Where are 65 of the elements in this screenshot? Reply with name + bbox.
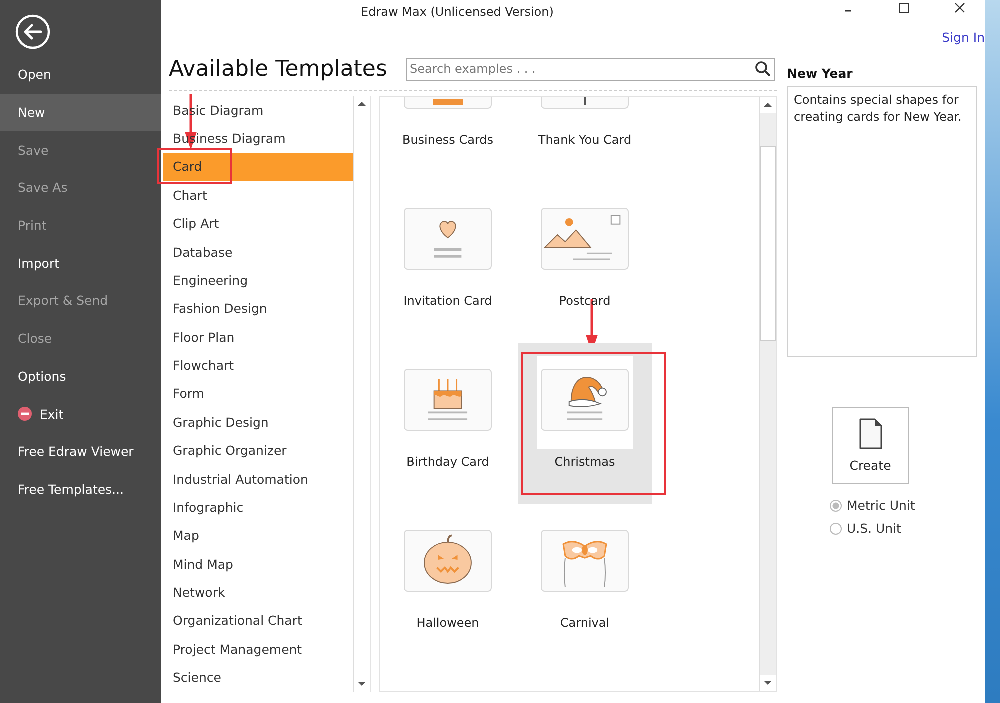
menu-item[interactable]: Free Templates... bbox=[0, 470, 161, 508]
menu-item[interactable]: Exit bbox=[0, 395, 161, 433]
category-item[interactable]: Floor Plan bbox=[163, 323, 353, 352]
category-item[interactable]: Infographic bbox=[163, 493, 353, 522]
template-thumbnail[interactable] bbox=[541, 208, 629, 270]
template-thumbnail[interactable] bbox=[404, 369, 492, 431]
category-item[interactable]: Graphic Design bbox=[163, 408, 353, 436]
category-item[interactable]: Map bbox=[163, 522, 353, 550]
radio-button[interactable] bbox=[830, 522, 842, 534]
template-label: Halloween bbox=[416, 616, 480, 630]
template-tile[interactable]: Invitation Card bbox=[381, 182, 515, 343]
description-text: Contains special shapes for creating cards for New Year. bbox=[794, 93, 962, 124]
scrollbar[interactable] bbox=[759, 97, 776, 691]
template-tile[interactable]: Birthday Card bbox=[381, 343, 515, 504]
template-label: Invitation Card bbox=[404, 294, 492, 308]
radio-button[interactable] bbox=[830, 500, 842, 512]
menu-item[interactable]: Import bbox=[0, 244, 161, 282]
category-item[interactable]: Clip Art bbox=[163, 210, 353, 238]
category-item[interactable]: Database bbox=[163, 238, 353, 266]
template-thumbnail[interactable] bbox=[404, 208, 492, 270]
unit-radio-option[interactable]: U.S. Unit bbox=[830, 521, 977, 536]
template-tile[interactable]: Halloween bbox=[381, 504, 515, 665]
category-item[interactable]: Graphic Organizer bbox=[163, 436, 353, 465]
template-label: Thank You Card bbox=[538, 133, 632, 147]
category-item[interactable]: Chart bbox=[163, 181, 353, 210]
category-item[interactable]: Industrial Automation bbox=[163, 464, 353, 494]
menu-item[interactable]: Free Edraw Viewer bbox=[0, 432, 161, 471]
template-tile[interactable]: Business Cards bbox=[381, 97, 515, 182]
template-name: New Year bbox=[787, 66, 854, 83]
category-item[interactable]: Science bbox=[163, 664, 353, 692]
scroll-thumb[interactable] bbox=[760, 146, 776, 341]
category-item[interactable]: Flowchart bbox=[163, 351, 353, 380]
menu-item[interactable]: Options bbox=[0, 358, 161, 396]
category-item[interactable]: Project Management bbox=[163, 635, 353, 664]
create-button[interactable]: Create bbox=[832, 407, 909, 484]
category-item[interactable]: Engineering bbox=[163, 266, 353, 295]
template-label: Business Cards bbox=[402, 133, 494, 147]
template-label: Christmas bbox=[554, 455, 616, 469]
unit-radio-option[interactable]: Metric Unit bbox=[830, 498, 977, 513]
category-item[interactable]: Card bbox=[163, 152, 353, 182]
document-icon bbox=[858, 418, 882, 450]
minus-circle-icon bbox=[18, 407, 32, 422]
category-item[interactable]: Form bbox=[163, 380, 353, 408]
category-item[interactable]: Organizational Chart bbox=[163, 606, 353, 636]
maximize-icon[interactable] bbox=[899, 3, 909, 13]
category-item[interactable]: Mind Map bbox=[163, 550, 353, 578]
template-thumbnail[interactable] bbox=[541, 530, 629, 592]
close-icon[interactable] bbox=[955, 3, 965, 13]
template-tile[interactable]: Christmas bbox=[518, 343, 652, 504]
template-label: Carnival bbox=[560, 616, 610, 630]
menu-item[interactable]: New bbox=[0, 94, 161, 132]
search-icon[interactable] bbox=[755, 60, 771, 76]
search-field[interactable]: Search examples . . . bbox=[406, 58, 775, 80]
template-tile[interactable]: Thank You Card bbox=[518, 97, 652, 182]
category-item[interactable]: Network bbox=[163, 578, 353, 607]
template-label: Birthday Card bbox=[406, 455, 490, 469]
card-icon bbox=[433, 99, 463, 105]
menu-item[interactable]: Open bbox=[0, 56, 161, 94]
window-title: Edraw Max (Unlicensed Version) bbox=[361, 5, 554, 19]
template-thumbnail[interactable] bbox=[404, 530, 492, 592]
template-thumbnail[interactable] bbox=[541, 369, 629, 431]
template-tile[interactable]: Carnival bbox=[518, 504, 652, 665]
category-item[interactable]: Fashion Design bbox=[163, 294, 353, 323]
page-heading: Available Templates bbox=[169, 56, 388, 82]
sign-in-link[interactable]: Sign In bbox=[942, 30, 985, 50]
